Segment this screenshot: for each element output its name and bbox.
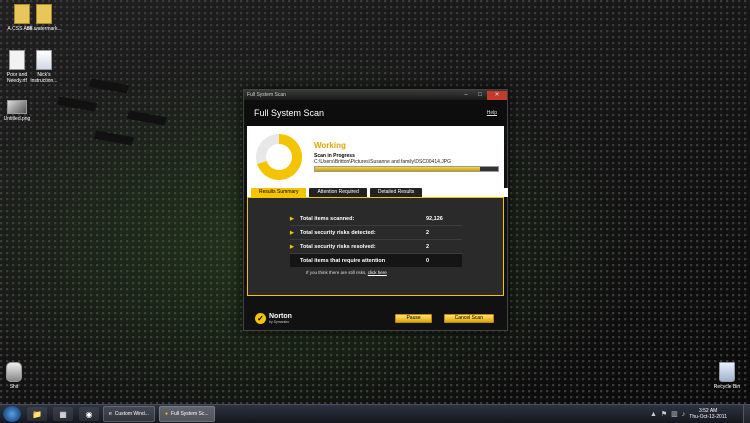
flag-icon[interactable]: ⚑ bbox=[661, 410, 667, 418]
summary-row: ▶ Total security risks resolved: 2 bbox=[290, 240, 462, 254]
arrow-icon: ▶ bbox=[290, 243, 294, 250]
arrow-icon: ▶ bbox=[290, 229, 294, 236]
scan-progress-fill bbox=[315, 167, 480, 171]
taskbar: 📁 ▦ ◉ e Custom Wind... ● Full System Sc.… bbox=[0, 404, 750, 423]
norton-icon: ● bbox=[164, 411, 168, 417]
task-custom-windows[interactable]: e Custom Wind... bbox=[103, 406, 155, 422]
window-header: Full System Scan Help bbox=[244, 100, 507, 126]
media-icon[interactable]: ▦ bbox=[53, 407, 73, 421]
close-icon[interactable]: ✕ bbox=[487, 90, 507, 100]
show-desktop-button[interactable] bbox=[743, 405, 750, 423]
task-full-system-scan[interactable]: ● Full System Sc... bbox=[158, 406, 215, 422]
scan-status-area: Working Scan in Progress C:\Users\Britto… bbox=[247, 126, 504, 188]
summary-value: 92,126 bbox=[426, 215, 443, 222]
cube-face-red bbox=[88, 78, 130, 94]
maximize-icon[interactable]: □ bbox=[473, 91, 487, 100]
desktop-icon-folder-2[interactable]: SF watermark... bbox=[25, 4, 63, 32]
desktop-icon-recycle-bin[interactable]: Recycle Bin bbox=[708, 362, 746, 390]
task-label: Custom Wind... bbox=[114, 411, 149, 417]
document-icon bbox=[36, 50, 52, 70]
desktop-icon-label: SF watermark... bbox=[26, 26, 62, 32]
current-file-path: C:\Users\Britton\Pictures\Susanne and fa… bbox=[314, 159, 452, 165]
summary-label: Total security risks resolved: bbox=[300, 243, 376, 250]
tab-results-summary[interactable]: Results Summary bbox=[251, 188, 307, 197]
window-footer: ✓ Norton by Symantec Pause Cancel Scan bbox=[247, 307, 504, 329]
volume-icon[interactable]: ♪ bbox=[682, 411, 686, 418]
summary-row: ▶ Total security risks detected: 2 bbox=[290, 226, 462, 240]
scan-progress-bar bbox=[314, 166, 499, 172]
window-titlebar[interactable]: Full System Scan – □ ✕ bbox=[244, 90, 507, 100]
cancel-scan-button[interactable]: Cancel Scan bbox=[443, 313, 494, 323]
minimize-icon[interactable]: – bbox=[459, 91, 473, 100]
page-title: Full System Scan bbox=[254, 108, 325, 118]
clock[interactable]: 3:52 AM Thu-Oct-13-2011 bbox=[689, 408, 727, 420]
brand-name: Norton bbox=[269, 312, 292, 320]
norton-scan-window[interactable]: Full System Scan – □ ✕ Full System Scan … bbox=[243, 89, 508, 331]
help-link[interactable]: Help bbox=[487, 110, 497, 116]
folder-icon bbox=[36, 4, 52, 24]
wallpaper-cube-art bbox=[40, 72, 200, 202]
desktop-icon-label: Recycle Bin bbox=[713, 384, 741, 390]
window-title: Full System Scan bbox=[247, 92, 286, 98]
norton-logo: ✓ Norton by Symantec bbox=[255, 312, 292, 324]
explorer-icon[interactable]: 📁 bbox=[27, 407, 47, 421]
desktop-icon-robot[interactable]: Shit bbox=[0, 362, 33, 390]
system-tray: ▲ ⚑ ▥ ♪ 3:52 AM Thu-Oct-13-2011 bbox=[650, 405, 750, 423]
ie-icon: e bbox=[109, 411, 112, 417]
desktop-icon-label: Shit bbox=[9, 384, 19, 390]
image-icon bbox=[7, 100, 27, 114]
checkmark-icon: ✓ bbox=[255, 312, 266, 324]
summary-value: 2 bbox=[426, 229, 430, 236]
results-panel: ▶ Total items scanned: 92,126 ▶ Total se… bbox=[247, 197, 504, 296]
network-icon[interactable]: ▥ bbox=[671, 410, 678, 418]
desktop-icon-image[interactable]: Untitled.png bbox=[0, 96, 36, 122]
clock-date: Thu-Oct-13-2011 bbox=[689, 414, 727, 420]
summary-value: 2 bbox=[426, 243, 430, 250]
risk-hint: If you think there are still risks, clic… bbox=[306, 270, 387, 275]
summary-label: Total items scanned: bbox=[300, 215, 355, 222]
progress-ring-icon bbox=[256, 134, 302, 180]
hint-text: If you think there are still risks, bbox=[306, 270, 367, 275]
cube-face-yellow bbox=[93, 130, 135, 146]
arrow-icon: ▶ bbox=[290, 215, 294, 222]
summary-label: Total items that require attention bbox=[300, 257, 386, 264]
tab-detailed-results[interactable]: Detailed Results bbox=[369, 188, 423, 197]
tab-attention-required[interactable]: Attention Required bbox=[309, 188, 367, 197]
start-button[interactable] bbox=[3, 406, 21, 422]
document-icon bbox=[9, 50, 25, 70]
robot-icon bbox=[6, 362, 22, 382]
status-title: Working bbox=[314, 141, 346, 150]
recycle-bin-icon bbox=[719, 362, 735, 382]
window-controls: – □ ✕ bbox=[459, 90, 507, 100]
summary-label: Total security risks detected: bbox=[300, 229, 376, 236]
cube-face-blue bbox=[56, 96, 98, 112]
results-tabs: Results Summary Attention Required Detai… bbox=[247, 188, 508, 197]
summary-table: ▶ Total items scanned: 92,126 ▶ Total se… bbox=[290, 212, 462, 267]
click-here-link[interactable]: click here bbox=[368, 270, 387, 275]
firefox-icon[interactable]: ◉ bbox=[79, 407, 99, 421]
pause-button[interactable]: Pause bbox=[395, 313, 432, 323]
cube-face-green bbox=[126, 110, 168, 126]
tray-arrow-icon[interactable]: ▲ bbox=[650, 411, 657, 418]
task-label: Full System Sc... bbox=[171, 411, 209, 417]
brand-sub: by Symantec bbox=[269, 319, 290, 324]
summary-row-attention: Total items that require attention 0 bbox=[290, 254, 462, 267]
desktop-icon-label: Untitled.png bbox=[3, 116, 31, 122]
summary-row: ▶ Total items scanned: 92,126 bbox=[290, 212, 462, 226]
summary-value: 0 bbox=[426, 257, 430, 264]
